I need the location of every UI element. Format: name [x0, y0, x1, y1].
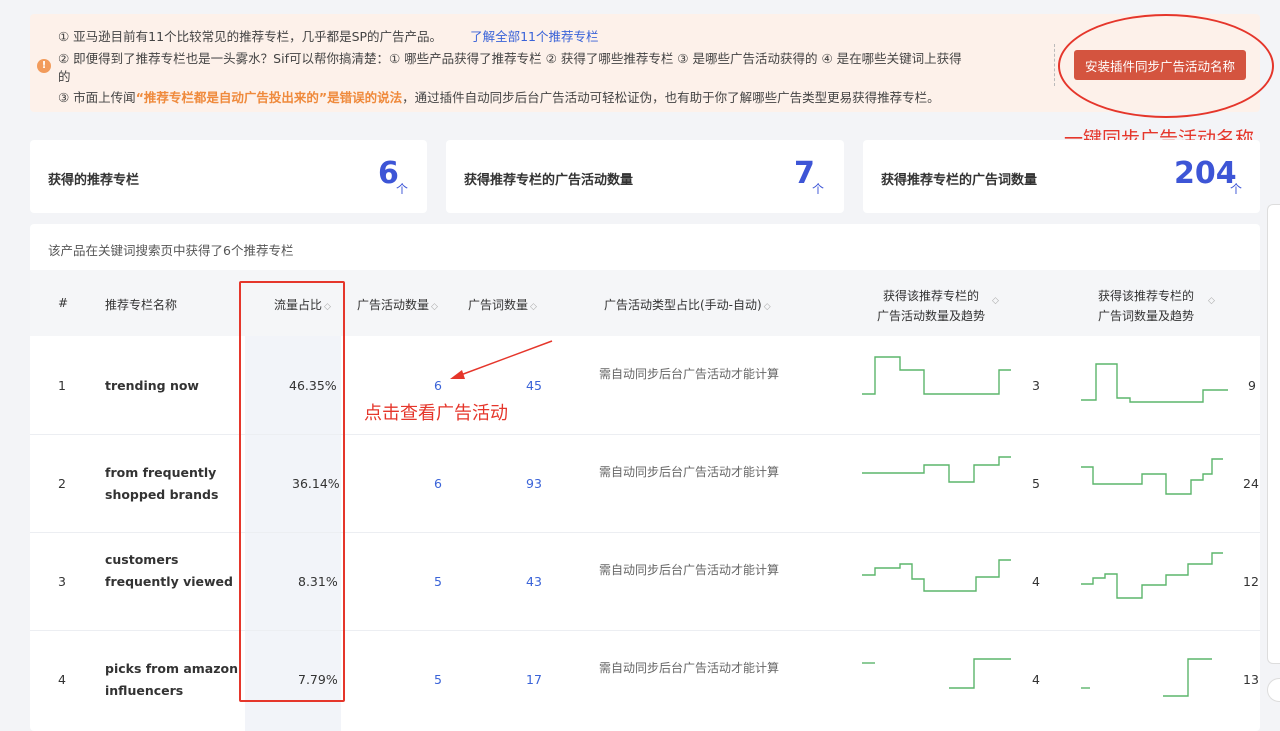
campaign-trend-sparkline-2 — [862, 456, 1011, 483]
side-panel-tab[interactable] — [1267, 204, 1280, 664]
annotation-click-label: 点击查看广告活动 — [364, 403, 508, 424]
keyword-trend-sparkline-1 — [1081, 363, 1228, 403]
campaign-trend-sparkline-1 — [862, 356, 1011, 395]
campaign-trend-sparkline-4 — [862, 658, 1011, 689]
sparkline-layer — [450, 340, 1228, 697]
campaign-trend-sparkline-3 — [862, 559, 1011, 592]
annotation-highlight-box — [239, 281, 345, 702]
annotation-arrow — [450, 340, 553, 379]
keyword-trend-sparkline-4 — [1081, 658, 1212, 697]
keyword-trend-sparkline-2 — [1081, 458, 1223, 495]
keyword-trend-sparkline-3 — [1081, 552, 1223, 599]
